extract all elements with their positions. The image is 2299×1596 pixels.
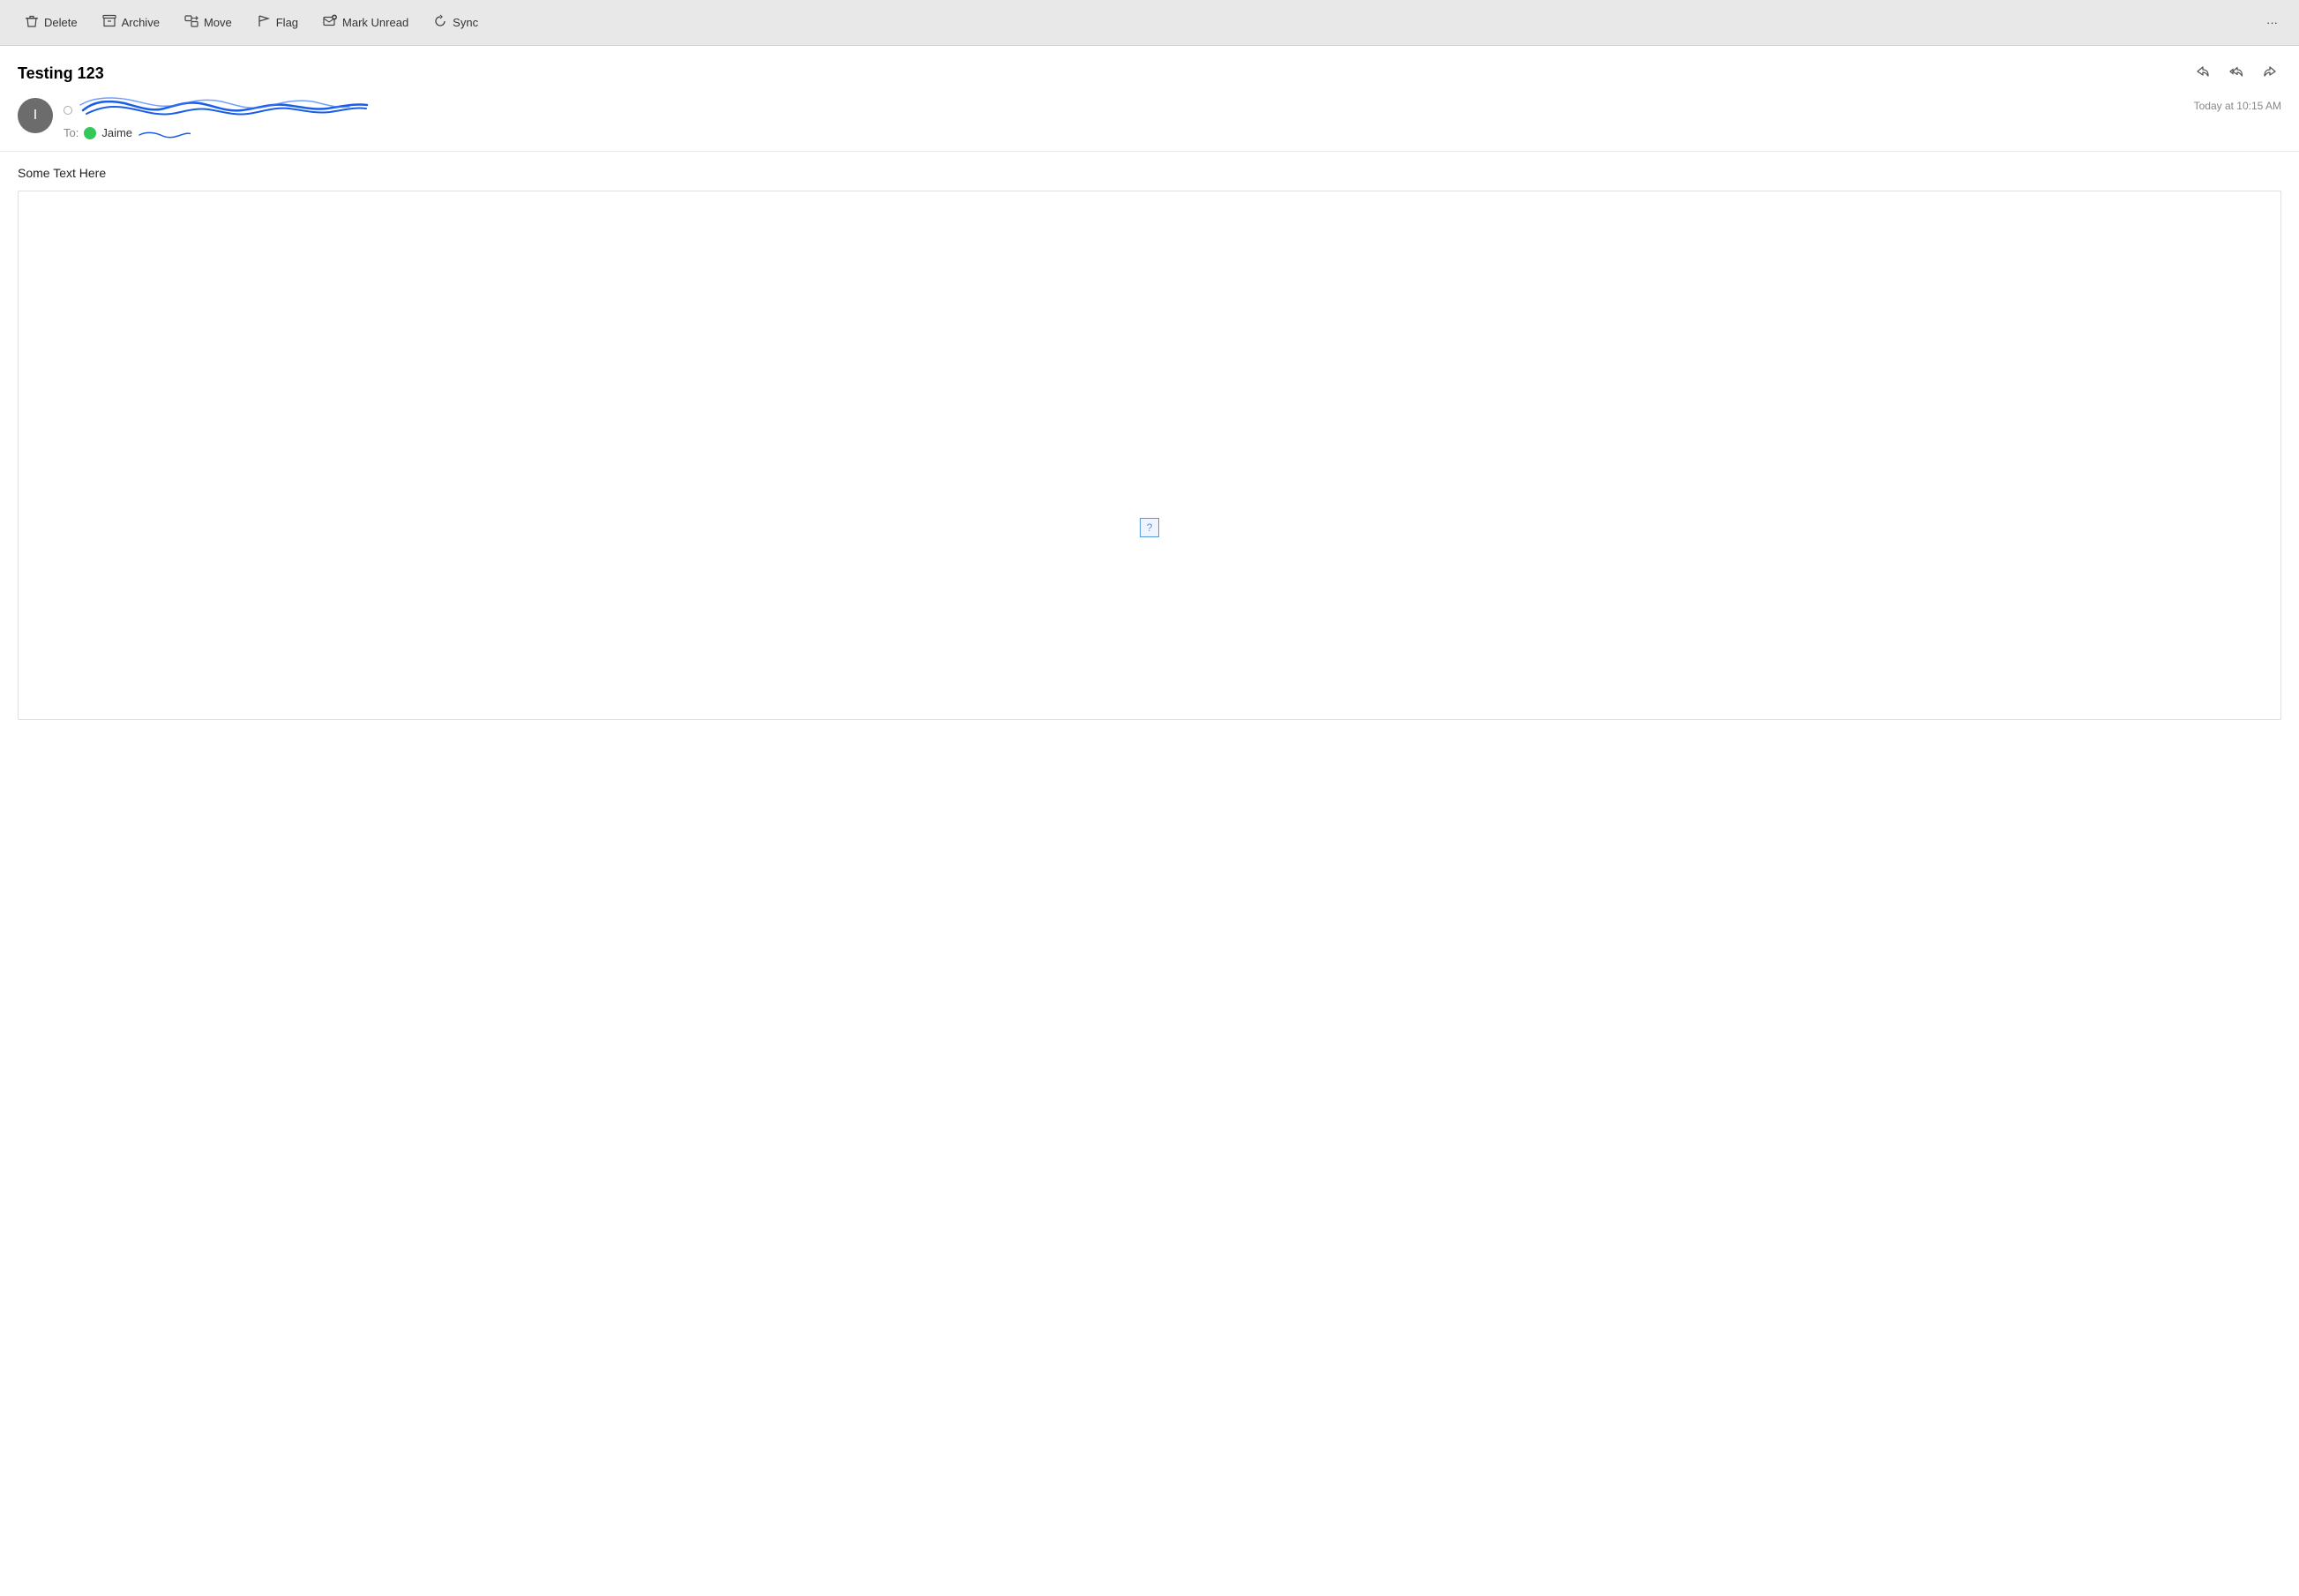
unread-dot xyxy=(64,106,72,115)
email-body-content: ? xyxy=(18,191,2281,720)
email-date: Today at 10:15 AM xyxy=(2194,100,2281,112)
mark-unread-label: Mark Unread xyxy=(342,16,408,29)
delete-icon xyxy=(25,14,39,31)
mark-unread-icon xyxy=(323,14,337,31)
move-label: Move xyxy=(204,16,232,29)
from-row: From: sender@example.com xyxy=(64,98,2183,123)
archive-label: Archive xyxy=(122,16,160,29)
flag-button[interactable]: Flag xyxy=(246,9,309,36)
recipient-scribble xyxy=(138,128,191,140)
delete-label: Delete xyxy=(44,16,78,29)
archive-button[interactable]: Archive xyxy=(92,9,170,36)
email-header: Testing 123 xyxy=(0,46,2299,152)
sync-label: Sync xyxy=(453,16,478,29)
reply-all-button[interactable] xyxy=(2225,60,2248,87)
recipient-name: Jaime xyxy=(101,126,190,140)
to-row: To: Jaime xyxy=(64,126,2183,140)
toolbar: Delete Archive Move Fla xyxy=(0,0,2299,46)
sender-info: From: sender@example.com To: Jaime xyxy=(64,98,2183,140)
more-label: ··· xyxy=(2266,16,2278,29)
mark-unread-button[interactable]: Mark Unread xyxy=(312,9,419,36)
to-label: To: xyxy=(64,126,79,139)
flag-icon xyxy=(257,14,271,31)
avatar: I xyxy=(18,98,53,133)
email-meta: I From: sender@example.com xyxy=(18,98,2281,140)
sync-icon xyxy=(433,14,447,31)
move-button[interactable]: Move xyxy=(174,9,243,36)
subject-row: Testing 123 xyxy=(18,60,2281,87)
move-icon xyxy=(184,14,198,31)
broken-image-icon: ? xyxy=(1147,521,1153,534)
sender-name-scribble: From: sender@example.com xyxy=(79,98,362,123)
forward-button[interactable] xyxy=(2258,60,2281,87)
reply-button[interactable] xyxy=(2191,60,2214,87)
avatar-initial: I xyxy=(34,108,37,124)
email-content: Testing 123 xyxy=(0,46,2299,1596)
email-subject: Testing 123 xyxy=(18,64,104,83)
delete-button[interactable]: Delete xyxy=(14,9,88,36)
email-action-buttons xyxy=(2191,60,2281,87)
broken-image-placeholder: ? xyxy=(1140,518,1159,537)
more-button[interactable]: ··· xyxy=(2259,11,2285,34)
sync-button[interactable]: Sync xyxy=(423,9,489,36)
flag-label: Flag xyxy=(276,16,298,29)
body-text: Some Text Here xyxy=(18,166,2281,180)
email-body[interactable]: Some Text Here ? xyxy=(0,152,2299,1596)
recipient-status-dot xyxy=(84,127,96,139)
archive-icon xyxy=(102,14,116,31)
